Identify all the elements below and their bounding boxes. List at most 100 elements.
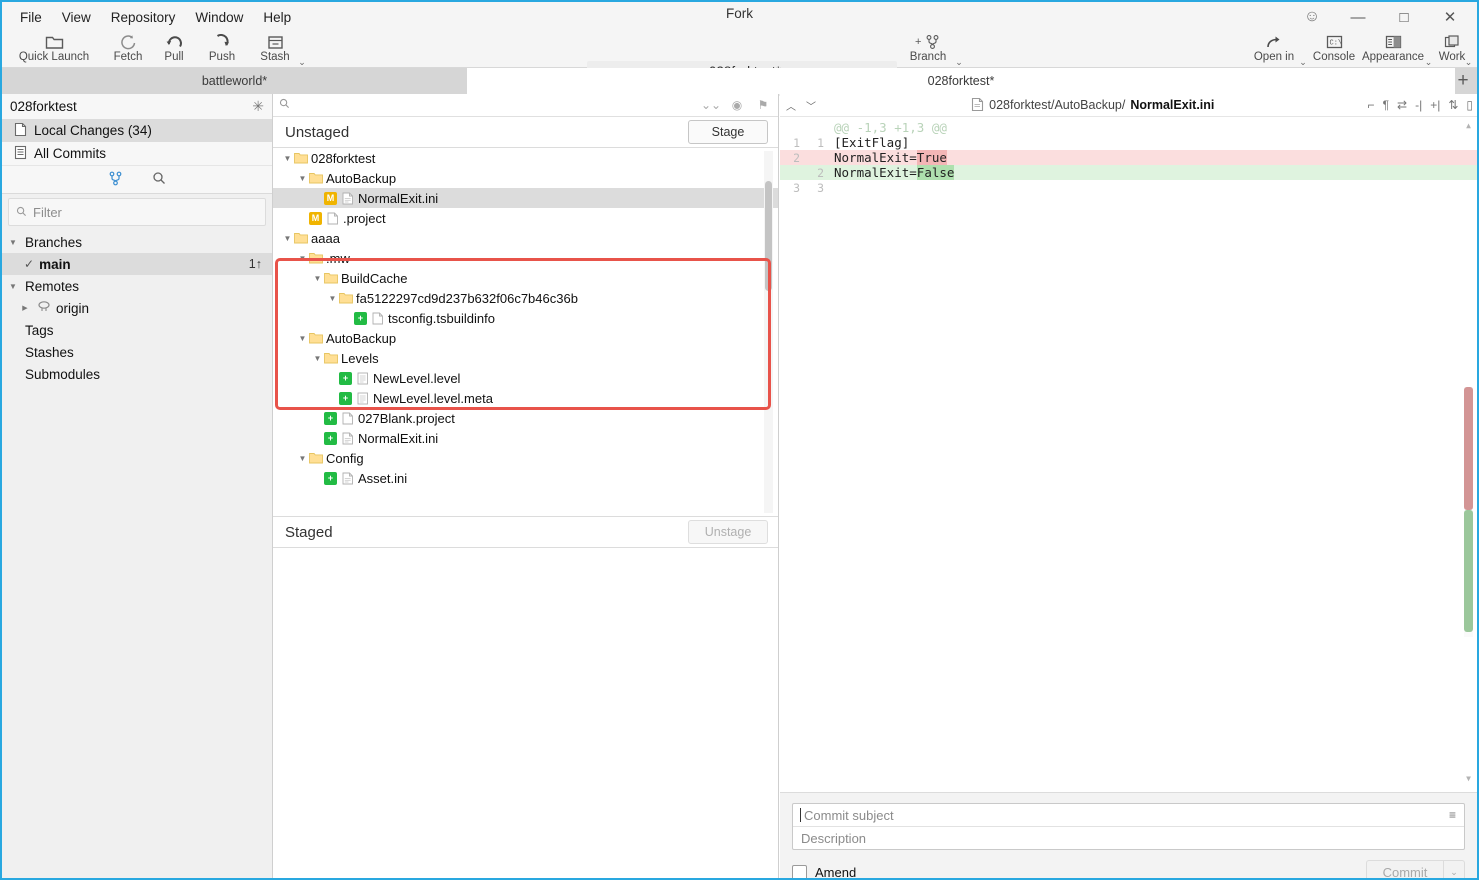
branch-icon[interactable] [109, 171, 122, 189]
quick-launch-button[interactable]: Quick Launch [8, 32, 100, 69]
pilcrow-icon[interactable]: ¶ [1383, 98, 1389, 112]
flag-icon[interactable]: ⚑ [754, 96, 772, 114]
search-icon[interactable] [152, 171, 166, 188]
chevron-down-icon[interactable]: ▼ [296, 454, 309, 463]
chevron-down-icon[interactable]: ▼ [6, 282, 20, 291]
tab-battleworld[interactable]: battleworld* [2, 68, 467, 94]
unstaged-row-newlevel-level-meta[interactable]: + NewLevel.level.meta [273, 388, 778, 408]
unstaged-row-levels[interactable]: ▼ Levels [273, 348, 778, 368]
branch-button[interactable]: + Branch [902, 32, 954, 69]
stash-button[interactable]: Stash [251, 32, 299, 69]
chevron-down-icon[interactable]: ▼ [326, 294, 339, 303]
chevron-down-icon[interactable]: ▼ [296, 174, 309, 183]
feedback-smiley-icon[interactable]: ☺ [1289, 2, 1335, 32]
menu-view[interactable]: View [52, 7, 101, 28]
close-icon[interactable]: ✕ [1427, 2, 1473, 32]
commit-description-input[interactable]: Description [793, 827, 1464, 849]
minimize-icon[interactable]: — [1335, 2, 1381, 32]
status-modified-badge[interactable]: M [324, 191, 337, 205]
chevron-down-icon[interactable]: ﹀ [804, 98, 818, 113]
menu-window[interactable]: Window [185, 7, 253, 28]
commit-subject-input[interactable]: Commit subject ≡ [793, 804, 1464, 827]
chevron-down-icon[interactable]: ▼ [311, 354, 324, 363]
new-tab-button[interactable]: + [1451, 68, 1475, 94]
menu-file[interactable]: File [10, 7, 52, 28]
diff-minimap[interactable] [1464, 387, 1473, 637]
swap-icon[interactable]: ⇅ [1448, 98, 1458, 112]
chevron-down-icon[interactable]: ▼ [296, 334, 309, 343]
status-added-badge[interactable]: + [324, 471, 337, 485]
sidebar-tree-main[interactable]: ✓ main 1↑ [2, 253, 272, 275]
fetch-button[interactable]: Fetch [107, 32, 149, 69]
split-view-icon[interactable]: ▯ [1466, 98, 1473, 112]
sidebar-tree-submodules[interactable]: Submodules [2, 363, 272, 385]
pull-button[interactable]: Pull [153, 32, 195, 69]
gear-icon[interactable]: ✳ [252, 98, 264, 115]
eye-icon[interactable]: ◉ [728, 96, 746, 114]
unstaged-row-autobackup[interactable]: ▼ AutoBackup [273, 328, 778, 348]
collapse-all-icon[interactable]: ⌄⌄ [701, 96, 721, 114]
maximize-icon[interactable]: □ [1381, 2, 1427, 32]
unstaged-row-newlevel-level[interactable]: + NewLevel.level [273, 368, 778, 388]
commit-button[interactable]: Commit [1366, 860, 1443, 878]
diff-line-del[interactable]: 2 NormalExit=True [780, 150, 1477, 165]
unstaged-row-028forktest[interactable]: ▼ 028forktest [273, 148, 778, 168]
tab-028forktest[interactable]: 028forktest* [467, 68, 1455, 94]
commit-dropdown-caret[interactable]: ⌄ [1443, 860, 1465, 878]
status-added-badge[interactable]: + [324, 411, 337, 425]
console-button[interactable]: C:\ Console [1308, 32, 1360, 69]
unstaged-row-normalexit-ini[interactable]: + NormalExit.ini [273, 428, 778, 448]
plus-context-icon[interactable]: +| [1430, 98, 1440, 112]
chevron-down-icon[interactable]: ▼ [311, 274, 324, 283]
status-modified-badge[interactable]: M [309, 211, 322, 225]
menu-repository[interactable]: Repository [101, 7, 186, 28]
chevron-down-icon[interactable]: ▼ [296, 254, 309, 263]
unstaged-row-autobackup[interactable]: ▼ AutoBackup [273, 168, 778, 188]
unstaged-row-config[interactable]: ▼ Config [273, 448, 778, 468]
unstaged-row-normalexit-ini[interactable]: M NormalExit.ini [273, 188, 778, 208]
chevron-up-icon[interactable]: ︿ [784, 98, 798, 113]
chevron-down-icon[interactable]: ▼ [6, 238, 20, 247]
unstage-button[interactable]: Unstage [688, 520, 768, 544]
minus-context-icon[interactable]: -| [1415, 98, 1422, 112]
chevron-right-icon[interactable]: ▶ [18, 304, 32, 312]
open-in-button[interactable]: Open in [1250, 32, 1298, 69]
unstaged-scrollbar[interactable] [764, 151, 773, 513]
diff-line-hunk[interactable]: @@ -1,3 +1,3 @@ [780, 120, 1477, 135]
status-added-badge[interactable]: + [339, 371, 352, 385]
status-added-badge[interactable]: + [354, 311, 367, 325]
amend-checkbox[interactable] [792, 865, 807, 878]
status-added-badge[interactable]: + [339, 391, 352, 405]
format-icon[interactable]: ≡ [1449, 808, 1456, 822]
unstaged-row-asset-ini[interactable]: + Asset.ini [273, 468, 778, 488]
diff-scroll-down-arrow[interactable]: ▼ [1463, 773, 1474, 784]
stage-button[interactable]: Stage [688, 120, 768, 144]
chevron-down-icon[interactable]: ▼ [281, 234, 294, 243]
whitespace-icon[interactable]: ⇄ [1397, 98, 1407, 112]
unstaged-row-fa5122297cd9d237b632f06c7b46c36b[interactable]: ▼ fa5122297cd9d237b632f06c7b46c36b [273, 288, 778, 308]
wrap-icon[interactable]: ⌐ [1368, 98, 1375, 112]
unstaged-scrollbar-thumb[interactable] [765, 181, 772, 291]
unstaged-file-list[interactable]: ▼ 028forktest ▼ AutoBackup M NormalExit.ini M.… [273, 148, 778, 516]
menu-help[interactable]: Help [253, 7, 301, 28]
unstaged-row-027blank-project[interactable]: +027Blank.project [273, 408, 778, 428]
unstaged-row-aaaa[interactable]: ▼ aaaa [273, 228, 778, 248]
sidebar-tree-origin[interactable]: ▶ origin [2, 297, 272, 319]
sidebar-tree-stashes[interactable]: Stashes [2, 341, 272, 363]
diff-scroll-up-arrow[interactable]: ▲ [1463, 120, 1474, 131]
appearance-button[interactable]: Appearance [1360, 32, 1426, 69]
push-button[interactable]: Push [199, 32, 245, 69]
unstaged-row-tsconfig-tsbuildinfo[interactable]: + tsconfig.tsbuildinfo [273, 308, 778, 328]
diff-line-add[interactable]: 2 NormalExit=False [780, 165, 1477, 180]
sidebar-tree-remotes[interactable]: ▼ Remotes [2, 275, 272, 297]
sidebar-tree-branches[interactable]: ▼ Branches [2, 231, 272, 253]
sidebar-tree-tags[interactable]: Tags [2, 319, 272, 341]
unstaged-row--project[interactable]: M .project [273, 208, 778, 228]
chevron-down-icon[interactable]: ▼ [281, 154, 294, 163]
unstaged-row-buildcache[interactable]: ▼ BuildCache [273, 268, 778, 288]
staged-file-list[interactable] [273, 548, 778, 878]
unstaged-row--mw[interactable]: ▼ .mw [273, 248, 778, 268]
sidebar-item-all-commits[interactable]: All Commits [2, 142, 272, 165]
status-added-badge[interactable]: + [324, 431, 337, 445]
sidebar-filter-input[interactable]: Filter [8, 198, 266, 226]
